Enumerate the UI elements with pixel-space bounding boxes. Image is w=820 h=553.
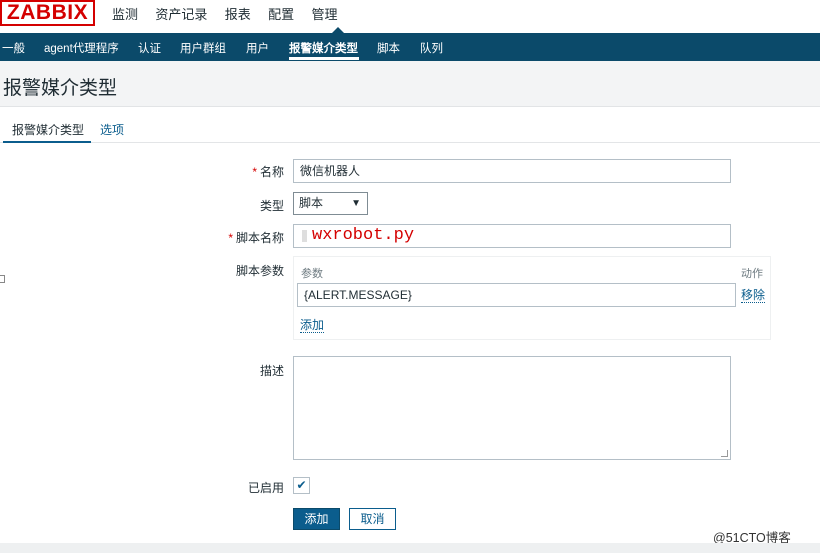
type-select[interactable]: 脚本 ▼ [293, 192, 368, 215]
sub-navigation: 一般 agent代理程序 认证 用户群组 用户 报警媒介类型 脚本 队列 [0, 33, 820, 61]
remove-param-link[interactable]: 移除 [741, 288, 766, 303]
subnav-item-general[interactable]: 一般 [2, 40, 25, 56]
enabled-label: 已启用 [247, 481, 284, 495]
main-menu-item-administration[interactable]: 管理 [311, 4, 337, 23]
subnav-active-underline [289, 57, 359, 60]
description-textarea[interactable] [293, 356, 731, 460]
add-button[interactable]: 添加 [293, 508, 340, 530]
redacted-text [302, 230, 307, 242]
main-menu-item-configuration[interactable]: 配置 [268, 4, 294, 23]
zabbix-logo[interactable]: ZABBIX [0, 0, 95, 26]
subnav-item-scripts[interactable]: 脚本 [377, 40, 400, 56]
description-label: 描述 [259, 364, 284, 378]
form-tabs: 报警媒介类型 选项 [0, 113, 820, 143]
main-menu: 监测 资产记录 报表 配置 管理 [112, 4, 351, 24]
script-name-label-text: 脚本名称 [235, 231, 284, 245]
main-menu-item-monitoring[interactable]: 监测 [112, 4, 138, 23]
params-column-header: 参数 [301, 268, 323, 280]
script-params-label: 脚本参数 [235, 264, 284, 278]
main-menu-item-reports[interactable]: 报表 [225, 4, 251, 23]
param-input[interactable]: {ALERT.MESSAGE} [297, 283, 736, 307]
page-header: 报警媒介类型 [0, 61, 820, 107]
subnav-item-queue[interactable]: 队列 [420, 40, 443, 56]
action-column-header: 动作 [741, 268, 763, 280]
resize-handle-icon[interactable] [721, 450, 728, 457]
chevron-down-icon: ▼ [351, 198, 361, 209]
script-name-value: wxrobot.py [312, 226, 415, 245]
subnav-item-proxies[interactable]: agent代理程序 [44, 40, 119, 56]
subnav-item-user-groups[interactable]: 用户群组 [180, 40, 226, 56]
page-title: 报警媒介类型 [3, 78, 118, 99]
script-name-label: * 脚本名称 [220, 229, 284, 246]
tab-options[interactable]: 选项 [100, 121, 124, 138]
footer-strip [0, 543, 820, 553]
required-mark: * [228, 231, 233, 245]
main-menu-item-inventory[interactable]: 资产记录 [155, 4, 207, 23]
subnav-item-users[interactable]: 用户 [246, 40, 269, 56]
subnav-item-authentication[interactable]: 认证 [138, 40, 161, 56]
add-param-link[interactable]: 添加 [300, 318, 325, 333]
name-label-text: 名称 [259, 165, 284, 179]
tab-media-type[interactable]: 报警媒介类型 [12, 121, 84, 138]
enabled-checkbox[interactable]: ✔ [293, 477, 310, 494]
name-input[interactable]: 微信机器人 [293, 159, 731, 183]
active-tab-underline [3, 141, 91, 143]
checkmark-icon: ✔ [296, 478, 307, 492]
collapse-handle[interactable] [0, 275, 5, 283]
cancel-button[interactable]: 取消 [349, 508, 396, 530]
subnav-item-media-types[interactable]: 报警媒介类型 [289, 40, 358, 56]
required-mark: * [252, 165, 257, 179]
type-label: 类型 [259, 199, 284, 213]
name-label: * 名称 [240, 163, 284, 180]
top-bar: ZABBIX 监测 资产记录 报表 配置 管理 [0, 0, 820, 33]
type-select-value: 脚本 [299, 196, 324, 210]
